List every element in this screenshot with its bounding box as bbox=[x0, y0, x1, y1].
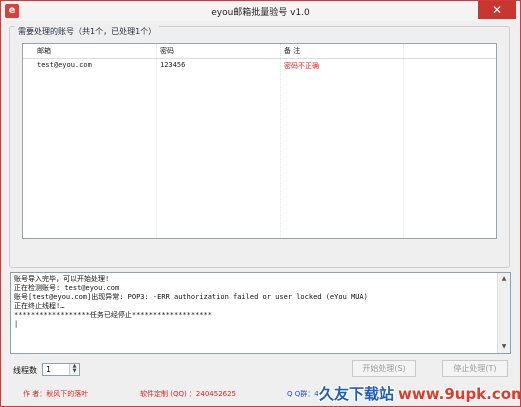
title-bar[interactable]: e eyou邮箱批量验号 v1.0 ✕ bbox=[1, 1, 520, 21]
table-header: 邮箱 密码 备 注 bbox=[23, 44, 496, 59]
column-header-note[interactable]: 备 注 bbox=[284, 46, 300, 56]
scroll-down-icon[interactable]: ▼ bbox=[499, 342, 509, 352]
watermark-brand: 久友下载站 bbox=[319, 385, 395, 403]
spin-down-icon[interactable]: ▼ bbox=[70, 369, 79, 374]
table-row[interactable]: test@eyou.com 123456 密码不正确 bbox=[23, 60, 496, 72]
log-line: 账号[test@eyou.com]出现异常: POP3: -ERR author… bbox=[14, 293, 368, 301]
column-header-email[interactable]: 邮箱 bbox=[37, 46, 51, 56]
footer-qq-group: Q Q群：4 bbox=[287, 390, 319, 398]
footer-custom: 软件定制 (QQ) ：240452625 bbox=[140, 390, 237, 398]
column-divider bbox=[280, 44, 281, 238]
window-title: eyou邮箱批量验号 v1.0 bbox=[211, 8, 310, 18]
accounts-group: 需要处理的账号（共1个，已处理1个） 邮箱 密码 备 注 test@eyou.c… bbox=[9, 26, 510, 268]
threads-spin[interactable]: ▲ ▼ bbox=[69, 364, 79, 375]
column-header-password[interactable]: 密码 bbox=[160, 46, 174, 56]
threads-label: 线程数 bbox=[13, 366, 37, 375]
threads-stepper[interactable]: 1 ▲ ▼ bbox=[42, 363, 80, 376]
threads-value[interactable]: 1 bbox=[46, 365, 51, 374]
log-line: ******************任务已经停止****************… bbox=[14, 311, 212, 319]
log-scrollbar[interactable]: ▲ ▼ bbox=[497, 273, 510, 353]
log-output[interactable]: 账号导入完毕，可以开始处理! 正在检测账号: test@eyou.com 账号[… bbox=[10, 272, 511, 354]
log-line: 正在检测账号: test@eyou.com bbox=[14, 284, 120, 292]
watermark-text: 久友下载站 www.9upk.com bbox=[319, 383, 521, 404]
footer-author: 作 者：秋风下的落叶 bbox=[23, 390, 89, 398]
column-divider bbox=[156, 44, 157, 238]
scroll-up-icon[interactable]: ▲ bbox=[499, 274, 509, 284]
cell-email: test@eyou.com bbox=[37, 61, 92, 69]
accounts-table[interactable]: 邮箱 密码 备 注 test@eyou.com 123456 密码不正确 bbox=[22, 43, 497, 239]
watermark: 久友下载站 www.9upk.com bbox=[319, 382, 520, 404]
log-line: 正在终止线程!… bbox=[14, 302, 65, 310]
cell-note: 密码不正确 bbox=[284, 62, 319, 70]
column-divider bbox=[403, 44, 404, 238]
start-button[interactable]: 开始处理(S) bbox=[352, 360, 416, 377]
cell-password: 123456 bbox=[160, 61, 186, 69]
accounts-group-legend: 需要处理的账号（共1个，已处理1个） bbox=[15, 26, 160, 37]
log-line: 账号导入完毕，可以开始处理! bbox=[14, 275, 110, 283]
close-icon[interactable]: ✕ bbox=[478, 1, 516, 19]
stop-button[interactable]: 停止处理(T) bbox=[442, 360, 508, 377]
app-window: e eyou邮箱批量验号 v1.0 ✕ 需要处理的账号（共1个，已处理1个） 邮… bbox=[0, 0, 521, 407]
log-line: | bbox=[14, 320, 19, 328]
watermark-url: www.9upk.com bbox=[398, 385, 521, 403]
